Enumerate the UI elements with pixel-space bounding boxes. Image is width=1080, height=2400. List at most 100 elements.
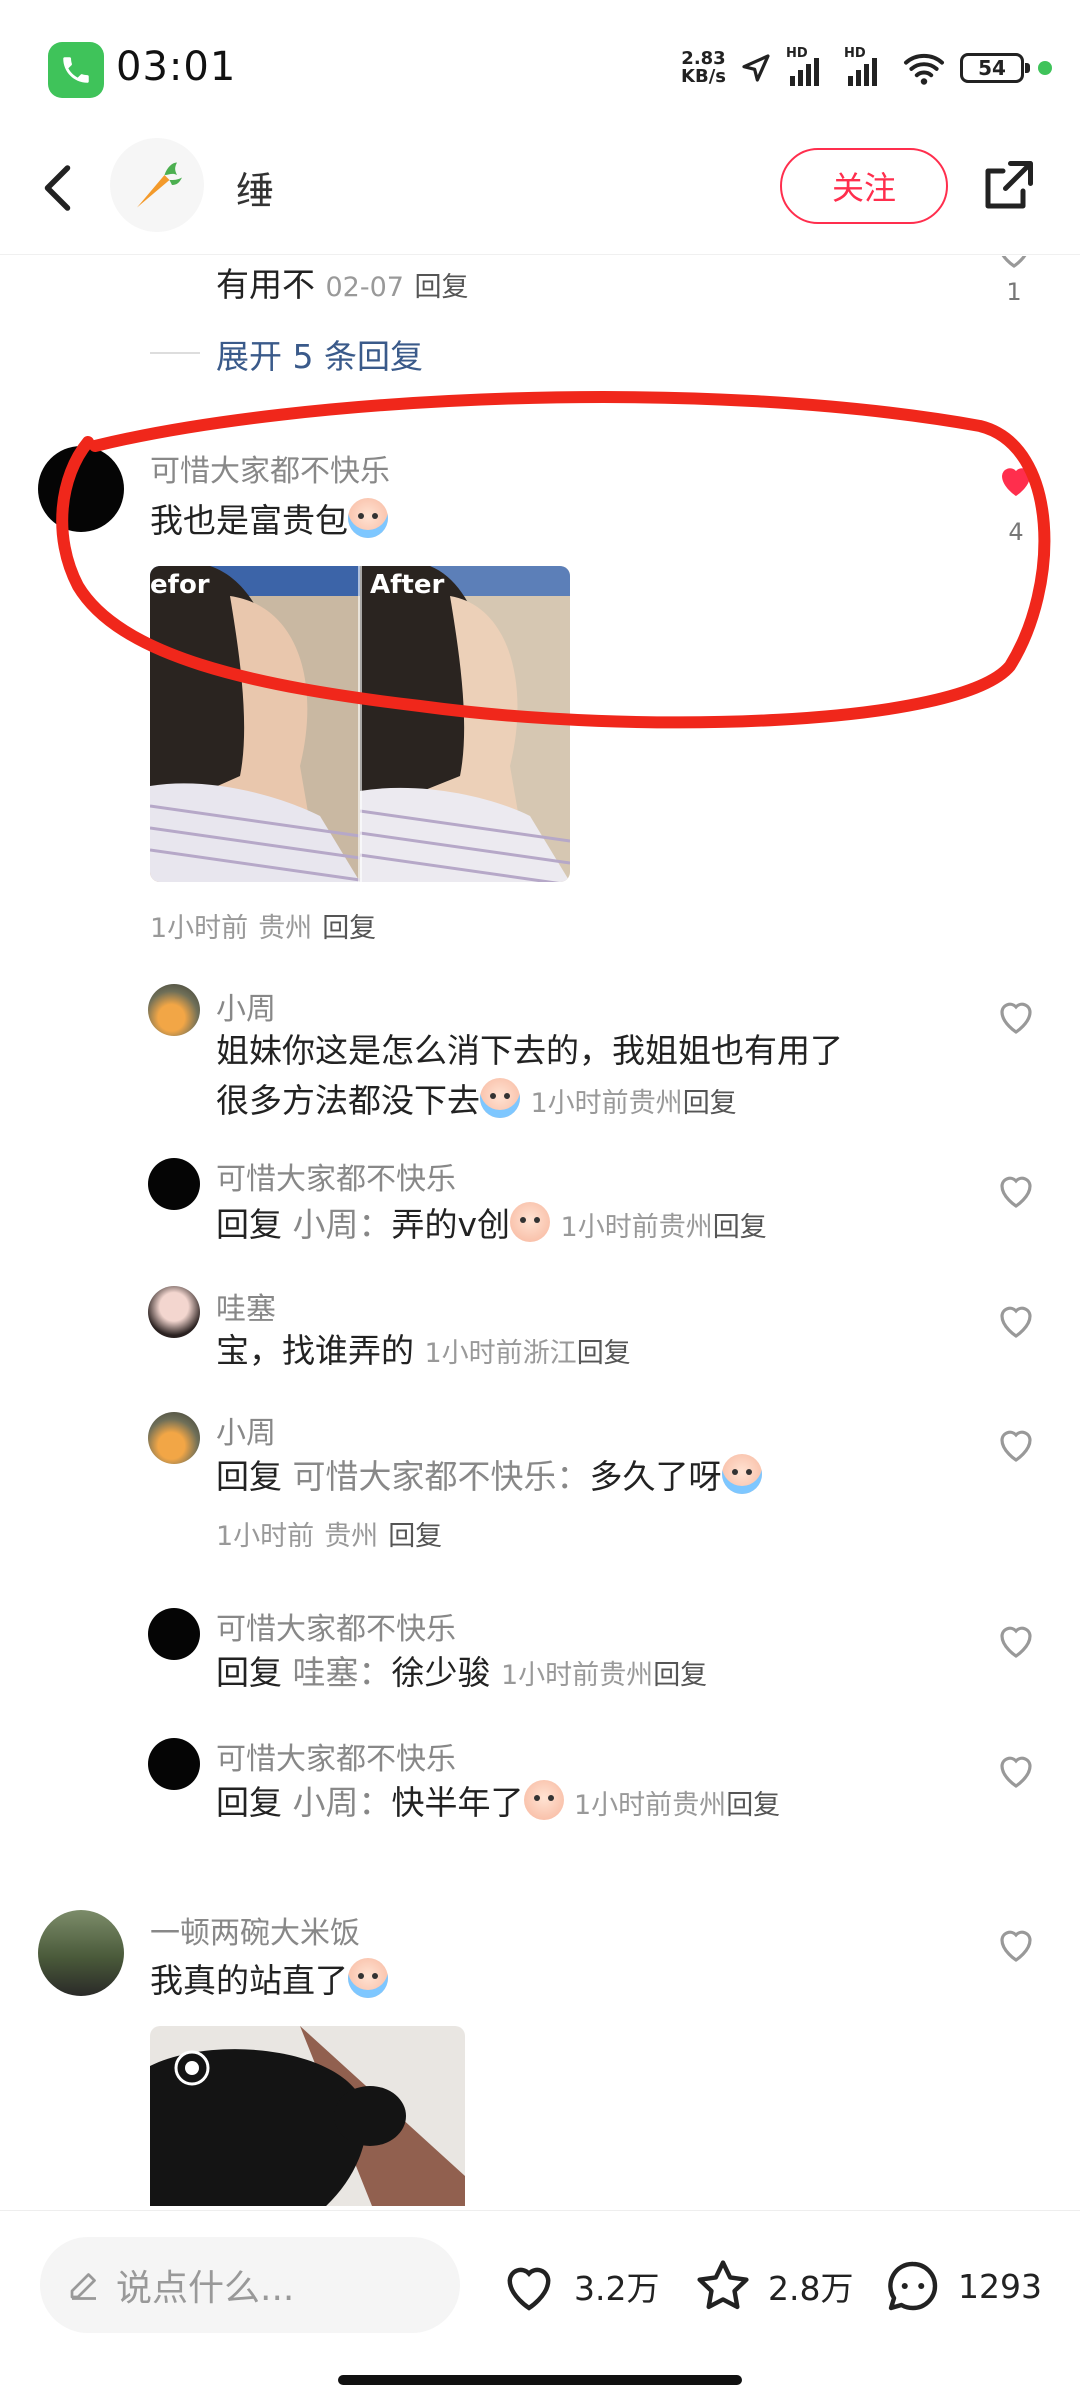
comment-photo[interactable]: [150, 2026, 465, 2206]
heart-icon[interactable]: [990, 256, 1038, 274]
back-arrow-icon[interactable]: [30, 158, 90, 218]
heart-icon[interactable]: [992, 992, 1040, 1040]
reply-time: 1小时前: [574, 1790, 673, 1821]
reply-target[interactable]: 哇塞：: [293, 1653, 392, 1692]
heart-icon[interactable]: [992, 1616, 1040, 1664]
reply-target[interactable]: 小周：: [293, 1205, 392, 1244]
avatar[interactable]: [148, 1158, 200, 1210]
carrot-icon: [137, 162, 182, 208]
comment-time: 1小时前: [150, 913, 249, 944]
reply-text-content: 很多方法都没下去: [216, 1081, 480, 1120]
avatar[interactable]: [148, 1608, 200, 1660]
photo-label-before: efor: [150, 570, 210, 600]
reply-prefix: 回复: [216, 1783, 282, 1822]
reply-text-content: 徐少骏: [391, 1653, 491, 1692]
heart-icon[interactable]: [992, 1166, 1040, 1214]
reply-meta: 1小时前 贵州 回复: [216, 1514, 442, 1553]
reply-author[interactable]: 小周: [216, 984, 276, 1028]
reply-author[interactable]: 可惜大家都不快乐: [216, 1604, 456, 1648]
collect-button[interactable]: 2.8万: [690, 2253, 853, 2319]
reply-button[interactable]: 回复: [726, 1790, 780, 1821]
reply-text-line: 回复 可惜大家都不快乐：多久了呀: [216, 1452, 762, 1502]
follow-button[interactable]: 关注: [780, 148, 948, 224]
like-count: 1: [1006, 278, 1022, 306]
network-speed: 2.83 KB/s: [681, 50, 726, 86]
reply-target[interactable]: 可惜大家都不快乐：: [293, 1457, 590, 1496]
signal-2-icon: HD: [844, 46, 888, 86]
comment-text: 我真的站直了: [150, 1956, 388, 2006]
avatar[interactable]: [148, 1286, 200, 1338]
avatar[interactable]: [148, 1412, 200, 1464]
star-total: 2.8万: [768, 2269, 854, 2308]
expand-replies-button[interactable]: 展开 5 条回复: [216, 330, 423, 378]
reply-text: 有用不: [216, 265, 315, 304]
reply-text-line: 很多方法都没下去 1小时前贵州回复: [216, 1076, 737, 1129]
comment-bubble-icon: [888, 2261, 938, 2311]
reply-target[interactable]: 小周：: [293, 1783, 392, 1822]
status-icons: 2.83 KB/s HD HD 54: [681, 44, 1052, 92]
reply-text-content: 弄的v创: [391, 1205, 511, 1244]
like-count: 4: [1008, 518, 1024, 546]
comment-total: 1293: [958, 2266, 1042, 2306]
like-button[interactable]: 3.2万: [496, 2253, 659, 2319]
location-arrow-icon: [742, 54, 770, 82]
reply-button[interactable]: 回复: [388, 1521, 442, 1552]
angry-emoji-icon: [510, 1202, 551, 1242]
reply-date: 02-07: [325, 272, 404, 303]
reply-button[interactable]: 回复: [414, 272, 468, 303]
privacy-dot: [1038, 61, 1052, 75]
reply-button[interactable]: 回复: [322, 913, 376, 944]
reply-prefix: 回复: [216, 1457, 282, 1496]
commenter-name[interactable]: 可惜大家都不快乐: [150, 446, 390, 490]
reply-time: 1小时前: [560, 1212, 659, 1243]
comment-text-content: 我也是富贵包: [150, 501, 348, 540]
crying-emoji-icon: [721, 1454, 762, 1494]
avatar[interactable]: [38, 446, 124, 532]
comment-location: 贵州: [258, 913, 313, 944]
comment-meta: 1小时前 贵州 回复: [150, 906, 376, 945]
comment-input[interactable]: 说点什么...: [40, 2237, 460, 2333]
reply-button[interactable]: 回复: [577, 1338, 631, 1369]
reply-author[interactable]: 可惜大家都不快乐: [216, 1154, 456, 1198]
reply-time: 1小时前: [530, 1088, 629, 1119]
avatar[interactable]: [148, 1738, 200, 1790]
reply-button[interactable]: 回复: [683, 1088, 737, 1119]
reply-author[interactable]: 可惜大家都不快乐: [216, 1734, 456, 1778]
avatar[interactable]: [38, 1910, 124, 1996]
heart-icon[interactable]: [992, 1420, 1040, 1468]
heart-icon[interactable]: [992, 1746, 1040, 1794]
heart-icon[interactable]: [992, 1920, 1040, 1968]
crying-emoji-icon: [480, 1078, 520, 1118]
heart-filled-icon[interactable]: [992, 456, 1040, 504]
author-avatar[interactable]: [110, 138, 204, 232]
reply-text-content: 快半年了: [391, 1783, 524, 1822]
reply-button[interactable]: 回复: [653, 1660, 707, 1691]
reply-time: 1小时前: [424, 1338, 523, 1369]
reply-author[interactable]: 哇塞: [216, 1284, 276, 1328]
reply-text-content: 宝，找谁弄的: [216, 1331, 414, 1370]
comments-list[interactable]: 有用不 02-07 回复 1 展开 5 条回复 可惜大家都不快乐 我也是富贵包 …: [0, 256, 1080, 2206]
reply-button[interactable]: 回复: [713, 1212, 767, 1243]
speed-unit: KB/s: [681, 66, 726, 87]
author-name[interactable]: 缍: [236, 160, 274, 215]
comment-photo[interactable]: efor After: [150, 566, 570, 882]
battery-icon: 54: [960, 53, 1030, 83]
shy-emoji-icon: [523, 1780, 564, 1820]
signal-1-icon: HD: [786, 46, 830, 86]
reply-prefix: 回复: [216, 1653, 282, 1692]
reply-text-content: 多久了呀: [589, 1457, 722, 1496]
status-bar: 03:01 2.83 KB/s HD HD 54: [0, 0, 1080, 130]
avatar[interactable]: [148, 984, 200, 1036]
phone-icon[interactable]: [48, 42, 104, 98]
share-icon[interactable]: [978, 156, 1038, 216]
commenter-name[interactable]: 一顿两碗大米饭: [150, 1908, 360, 1952]
comment-button[interactable]: 1293: [880, 2253, 1042, 2319]
reply-location: 贵州: [599, 1660, 654, 1691]
home-indicator[interactable]: [338, 2375, 742, 2385]
reply-author[interactable]: 小周: [216, 1408, 276, 1452]
pencil-icon: [70, 2273, 96, 2300]
reply-time: 1小时前: [216, 1521, 315, 1552]
bottom-action-bar: 说点什么... 3.2万 2.8万 1293: [0, 2210, 1080, 2400]
heart-icon[interactable]: [992, 1296, 1040, 1344]
photo-label-after: After: [370, 570, 445, 600]
